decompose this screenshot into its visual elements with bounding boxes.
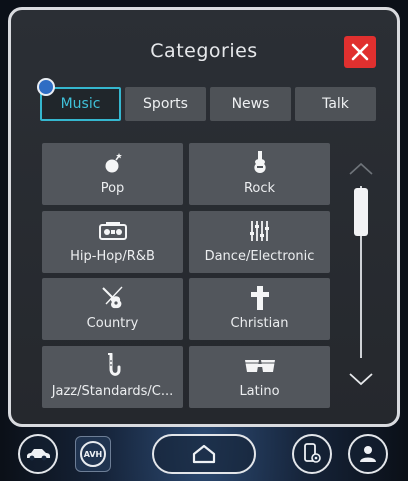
saxophone-icon (42, 353, 183, 377)
tab-news[interactable]: News (210, 87, 291, 121)
equalizer-sliders-icon (189, 220, 330, 242)
cross-icon (189, 286, 330, 310)
category-label: Christian (230, 316, 289, 331)
boombox-icon (42, 220, 183, 242)
category-label: Dance/Electronic (204, 249, 315, 264)
dialog-title: Categories (150, 40, 258, 62)
profile-button[interactable] (348, 434, 388, 474)
tab-label: Music (60, 96, 101, 112)
category-label: Country (86, 316, 139, 331)
scroll-down-icon[interactable] (348, 372, 374, 386)
car-icon (27, 449, 50, 461)
tab-talk[interactable]: Talk (295, 87, 376, 121)
avh-button[interactable]: AVH (75, 436, 111, 472)
category-label: Rock (243, 181, 276, 196)
tab-label: Sports (143, 96, 188, 112)
electric-guitar-icon (189, 151, 330, 174)
category-tile-rock[interactable]: Rock (189, 143, 330, 205)
scrollbar[interactable] (346, 158, 376, 390)
categories-dialog: Categories Music Sports News Talk Pop Ro… (8, 7, 400, 427)
category-tabs: Music Sports News Talk (37, 78, 378, 121)
category-label: Pop (100, 181, 125, 196)
guitar-icon (42, 286, 183, 309)
category-grid: Pop Rock Hip-Hop/R&B Dance/Electronic Co… (42, 143, 332, 408)
bottom-bar: AVH (0, 428, 408, 481)
category-tile-country[interactable]: Country (42, 278, 183, 340)
category-tile-hip-hop[interactable]: Hip-Hop/R&B (42, 211, 183, 273)
avh-icon: AVH (80, 441, 106, 467)
pop-icon (42, 152, 183, 174)
tab-sports[interactable]: Sports (125, 87, 206, 121)
phone-settings-icon (304, 443, 321, 463)
phone-settings-button[interactable] (292, 434, 332, 474)
close-icon (351, 43, 369, 61)
touch-indicator (37, 78, 55, 96)
user-icon (360, 446, 376, 462)
close-button[interactable] (344, 36, 376, 68)
category-tile-latino[interactable]: Latino (189, 346, 330, 408)
category-label: Latino (239, 384, 280, 399)
category-tile-pop[interactable]: Pop (42, 143, 183, 205)
tab-label: News (231, 96, 270, 112)
bongo-drums-icon (189, 355, 330, 377)
category-tile-jazz[interactable]: Jazz/Standards/C... (42, 346, 183, 408)
vehicle-button[interactable] (18, 434, 58, 474)
scroll-thumb[interactable] (354, 188, 368, 236)
category-label: Jazz/Standards/C... (51, 384, 174, 399)
category-tile-dance-electronic[interactable]: Dance/Electronic (189, 211, 330, 273)
home-icon (192, 444, 216, 464)
home-button[interactable] (152, 434, 256, 474)
avh-label: AVH (83, 449, 103, 459)
tab-label: Talk (322, 96, 349, 112)
category-label: Hip-Hop/R&B (70, 249, 155, 264)
scroll-up-icon[interactable] (348, 162, 374, 176)
category-tile-christian[interactable]: Christian (189, 278, 330, 340)
